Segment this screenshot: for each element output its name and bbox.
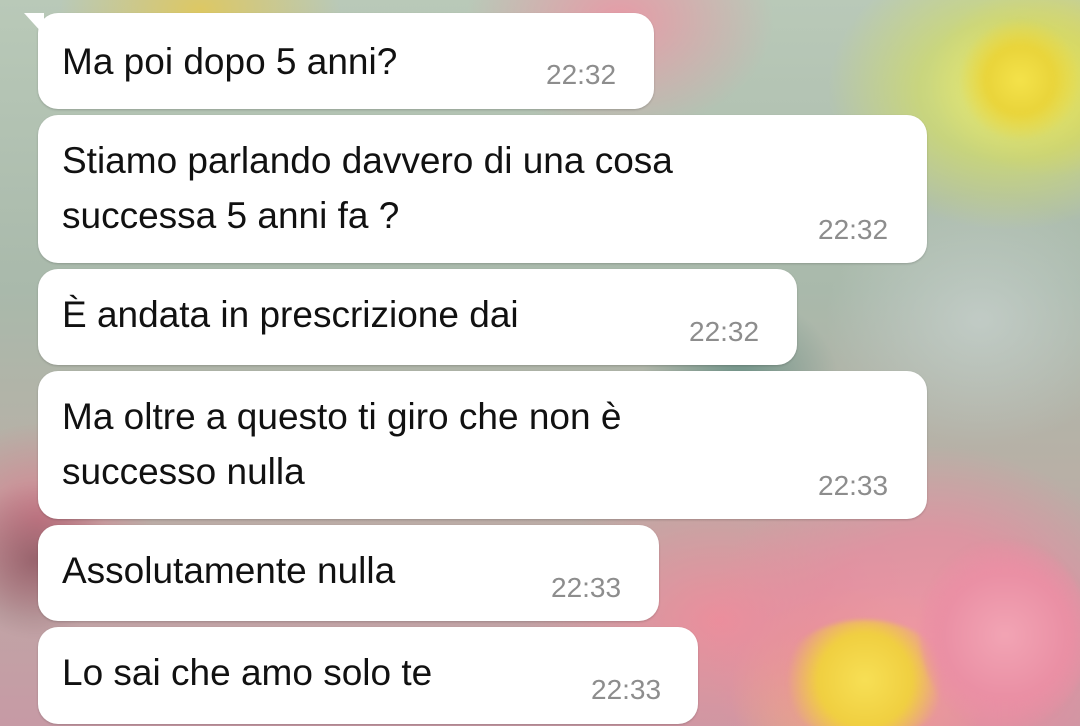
bubble-tail [24,13,44,35]
message-bubble[interactable]: Assolutamente nulla 22:33 [38,525,659,621]
message-text: È andata in prescrizione dai [62,294,519,335]
message-timestamp: 22:33 [591,674,662,705]
message-text: Lo sai che amo solo te [62,652,433,693]
message-bubble[interactable]: È andata in prescrizione dai 22:32 [38,269,797,365]
chat-message-list[interactable]: Ma poi dopo 5 anni? 22:32 Stiamo parland… [0,0,1080,726]
message-timestamp: 22:32 [689,316,760,347]
message-timestamp: 22:33 [551,572,622,603]
message-text: Stiamo parlando davvero di una cosa succ… [62,140,673,236]
message-text: Ma oltre a questo ti giro che non è succ… [62,396,622,492]
message-text: Ma poi dopo 5 anni? [62,41,398,82]
message-bubble[interactable]: Ma poi dopo 5 anni? 22:32 [24,13,654,109]
message-timestamp: 22:32 [546,59,617,90]
message-bubble[interactable]: Stiamo parlando davvero di una cosa succ… [38,115,927,263]
message-bubble[interactable]: Lo sai che amo solo te 22:33 [38,627,698,724]
message-text: Assolutamente nulla [62,550,396,591]
message-bubble[interactable]: Ma oltre a questo ti giro che non è succ… [38,371,927,519]
message-timestamp: 22:32 [818,214,889,245]
message-timestamp: 22:33 [818,470,889,501]
